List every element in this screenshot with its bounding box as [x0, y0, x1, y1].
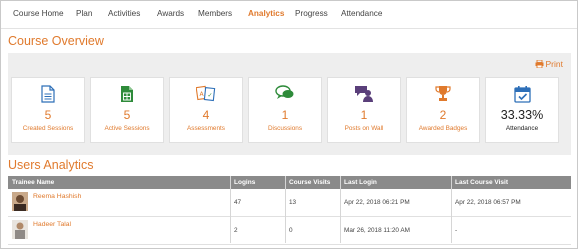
logins-cell: 47 [234, 199, 242, 206]
logins-cell: 2 [234, 227, 238, 234]
spreadsheet-icon [91, 85, 163, 103]
svg-text:✓: ✓ [208, 92, 213, 99]
stat-card-active-sessions: 5 Active Sessions [90, 77, 164, 143]
overview-panel: Print 5 Created Sessions 5 Active Sessio… [8, 53, 571, 155]
column-divider [230, 176, 231, 243]
tab-course-home[interactable]: Course Home [13, 9, 64, 18]
printer-icon [535, 59, 544, 69]
stat-card-discussions: 1 Discussions [248, 77, 322, 143]
stat-label: Active Sessions [104, 125, 150, 132]
stat-value: 1 [281, 108, 289, 122]
tab-members[interactable]: Members [198, 9, 232, 18]
stat-card-posts-on-wall: 1 Posts on Wall [327, 77, 401, 143]
course-visits-cell: 0 [289, 227, 293, 234]
stat-label: Awarded Badges [418, 125, 468, 132]
stat-value: 5 [44, 108, 52, 122]
print-button[interactable]: Print [535, 59, 563, 69]
stat-label: Assessments [186, 125, 225, 132]
analytics-page: Course Home Plan Activities Awards Membe… [0, 0, 578, 249]
stat-label: Posts on Wall [344, 125, 384, 132]
users-analytics-title: Users Analytics [8, 158, 94, 172]
stat-value: 4 [202, 108, 210, 122]
trophy-icon [407, 85, 479, 103]
stat-card-assessments: A ✓ 4 Assessments [169, 77, 243, 143]
stat-value: 2 [439, 108, 447, 122]
calendar-check-icon [486, 85, 558, 103]
last-login-cell: Mar 26, 2018 11:20 AM [344, 227, 410, 234]
stat-value: 5 [123, 108, 131, 122]
stat-card-awarded-badges: 2 Awarded Badges [406, 77, 480, 143]
course-visits-cell: 13 [289, 199, 297, 206]
chat-bubbles-icon [249, 85, 321, 103]
table-row: Reema Hashish 47 13 Apr 22, 2018 06:21 P… [8, 189, 571, 217]
column-header[interactable]: Trainee Name [12, 179, 54, 186]
document-icon [12, 85, 84, 103]
trainee-name-link[interactable]: Reema Hashish [33, 193, 81, 200]
tab-awards[interactable]: Awards [157, 9, 184, 18]
column-divider [285, 176, 286, 243]
stat-value: 33.33% [500, 108, 544, 122]
course-tabs: Course Home Plan Activities Awards Membe… [1, 1, 577, 29]
tab-plan[interactable]: Plan [76, 9, 92, 18]
trainee-name-link[interactable]: Hadeer Talal [33, 221, 71, 228]
column-divider [451, 176, 452, 243]
avatar [12, 192, 28, 211]
tab-progress[interactable]: Progress [295, 9, 328, 18]
column-header[interactable]: Last Course Visit [455, 179, 508, 186]
stat-card-attendance: 33.33% Attendance [485, 77, 559, 143]
column-header[interactable]: Logins [234, 179, 255, 186]
avatar [12, 220, 28, 239]
tab-analytics[interactable]: Analytics [248, 9, 284, 18]
stat-label: Created Sessions [22, 125, 74, 132]
column-header[interactable]: Course Visits [289, 179, 330, 186]
column-header[interactable]: Last Login [344, 179, 377, 186]
print-label: Print [545, 59, 563, 69]
table-row: Hadeer Talal 2 0 Mar 26, 2018 11:20 AM - [8, 217, 571, 245]
stat-label: Attendance [505, 125, 539, 132]
tab-attendance[interactable]: Attendance [341, 9, 382, 18]
assessment-icon: A ✓ [170, 85, 242, 103]
stat-card-created-sessions: 5 Created Sessions [11, 77, 85, 143]
last-login-cell: Apr 22, 2018 06:21 PM [344, 199, 410, 206]
course-overview-title: Course Overview [8, 34, 104, 48]
users-chat-icon [328, 85, 400, 103]
column-divider [340, 176, 341, 243]
last-course-visit-cell: Apr 22, 2018 06:57 PM [455, 199, 521, 206]
stat-value: 1 [360, 108, 368, 122]
tab-activities[interactable]: Activities [108, 9, 140, 18]
table-header: Trainee Name Logins Course Visits Last L… [8, 176, 571, 189]
stat-label: Discussions [267, 125, 303, 132]
last-course-visit-cell: - [455, 227, 458, 234]
